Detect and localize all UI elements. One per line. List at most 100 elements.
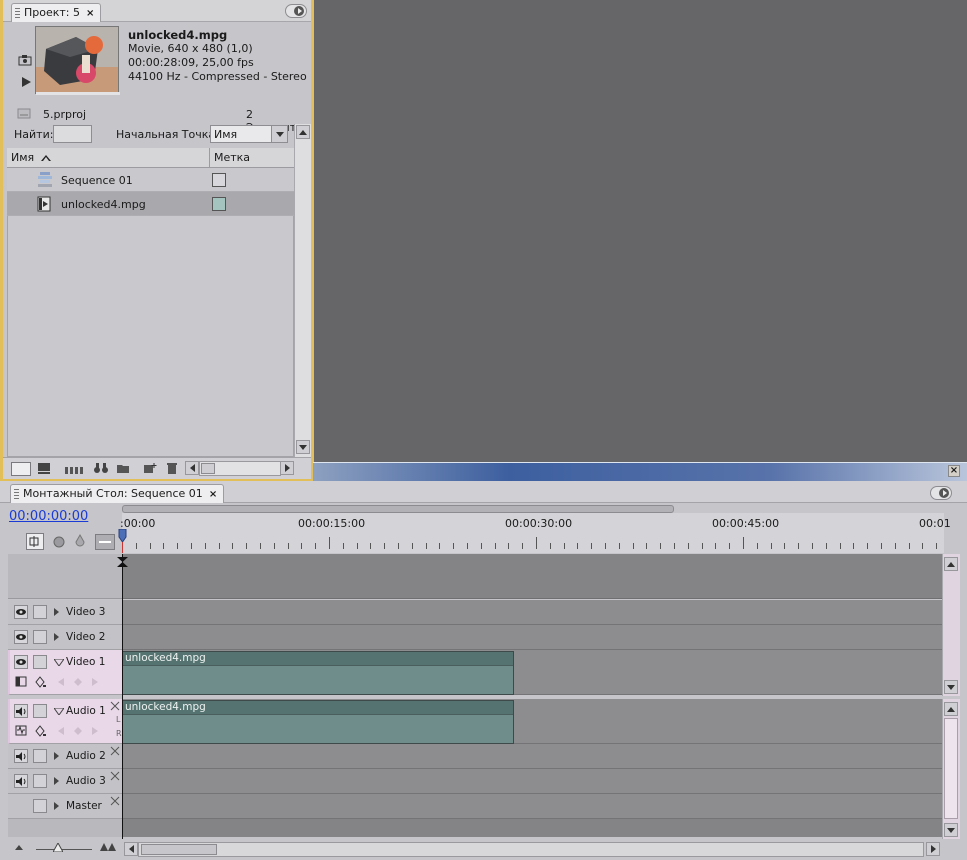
track-lane-video-3[interactable] [122, 600, 942, 625]
scroll-left-button[interactable] [185, 461, 199, 475]
timeline-horizontal-scrollbar[interactable] [138, 842, 924, 857]
zoom-slider-track[interactable] [36, 849, 92, 850]
find-input[interactable] [53, 125, 92, 143]
find-icon[interactable] [93, 462, 109, 474]
lock-toggle[interactable] [33, 774, 47, 788]
keyframe-toggle-icon[interactable] [35, 676, 47, 688]
clip-info-audio: 44100 Hz - Compressed - Stereo [128, 70, 307, 83]
playhead-line[interactable] [122, 554, 123, 839]
expand-track-icon[interactable] [54, 777, 59, 785]
audio-vertical-scrollbar[interactable] [942, 699, 960, 839]
audio-clip[interactable]: unlocked4.mpg [122, 700, 514, 744]
preview-scrubber[interactable] [36, 92, 120, 95]
scroll-thumb[interactable] [944, 718, 958, 819]
list-item[interactable]: unlocked4.mpg [7, 192, 294, 216]
label-color-swatch[interactable] [212, 197, 226, 211]
track-header-master: Master [8, 794, 122, 819]
track-lane-audio-2[interactable] [122, 744, 942, 769]
list-item[interactable]: Sequence 01 [7, 168, 294, 192]
speaker-icon[interactable] [14, 704, 28, 718]
window-close-button[interactable]: × [948, 465, 960, 477]
keyframe-toggle-icon[interactable] [35, 725, 47, 737]
speaker-icon[interactable] [14, 774, 28, 788]
video-clip[interactable]: unlocked4.mpg [122, 651, 514, 695]
keyframe-navigator[interactable] [54, 676, 102, 688]
scroll-up-button[interactable] [944, 702, 958, 716]
collapse-track-icon[interactable] [54, 659, 64, 666]
timecode-display[interactable]: 00:00:00:00 [9, 509, 88, 524]
column-header-name[interactable]: Имя [7, 148, 209, 168]
expand-track-icon[interactable] [54, 752, 59, 760]
icon-view-icon[interactable] [37, 462, 51, 474]
expand-track-icon[interactable] [54, 802, 59, 810]
lock-toggle[interactable] [33, 749, 47, 763]
audio-track-header-spacer [8, 819, 122, 837]
lock-toggle[interactable] [33, 655, 47, 669]
label-color-swatch[interactable] [212, 173, 226, 187]
scroll-down-button[interactable] [296, 440, 310, 454]
track-lane-audio-3[interactable] [122, 769, 942, 794]
scroll-down-button[interactable] [944, 680, 958, 694]
track-lane-video-2[interactable] [122, 625, 942, 650]
project-panel: Проект: 5 × unlocked4.mpg Movie, 640 x 48… [0, 0, 314, 481]
zoom-out-icon[interactable] [14, 843, 24, 851]
automate-to-sequence-icon[interactable] [65, 464, 85, 474]
set-encore-marker-icon[interactable] [52, 535, 66, 549]
snap-toggle[interactable] [26, 533, 44, 550]
zoom-slider-thumb[interactable] [53, 843, 63, 852]
track-name: Audio 3 [66, 775, 106, 787]
scroll-up-button[interactable] [296, 125, 310, 139]
list-view-icon[interactable] [11, 462, 31, 476]
column-header-label[interactable]: Метка [209, 148, 294, 168]
display-style-icon[interactable] [15, 676, 27, 687]
panel-menu-button[interactable] [285, 4, 307, 18]
project-horizontal-scrollbar[interactable] [199, 461, 281, 476]
eye-icon[interactable] [14, 605, 28, 619]
viewing-area-button[interactable] [95, 534, 115, 550]
lock-toggle[interactable] [33, 704, 47, 718]
close-icon[interactable]: × [86, 8, 94, 19]
lock-toggle[interactable] [33, 605, 47, 619]
tab-project[interactable]: Проект: 5 × [11, 3, 102, 22]
lock-toggle[interactable] [33, 630, 47, 644]
current-time-indicator-icon[interactable] [117, 529, 128, 553]
track-name: Video 3 [66, 606, 106, 618]
drag-grip-icon[interactable] [15, 8, 20, 19]
panel-menu-button[interactable] [930, 486, 952, 500]
work-area-bar[interactable] [122, 505, 674, 513]
scroll-down-button[interactable] [944, 823, 958, 837]
scroll-right-button[interactable] [280, 461, 294, 475]
scroll-left-button[interactable] [124, 842, 138, 856]
project-vertical-scrollbar[interactable] [294, 124, 311, 457]
scroll-up-button[interactable] [944, 557, 958, 571]
track-header-video-2: Video 2 [8, 625, 122, 650]
collapse-track-icon[interactable] [54, 708, 64, 715]
list-item-name: Sequence 01 [61, 174, 133, 187]
scroll-thumb[interactable] [201, 463, 215, 474]
eye-icon[interactable] [14, 630, 28, 644]
lock-toggle[interactable] [33, 799, 47, 813]
zoom-in-icon[interactable] [100, 842, 118, 852]
new-bin-icon[interactable] [116, 463, 130, 474]
waveform-display-icon[interactable] [15, 725, 27, 736]
tab-timeline[interactable]: Монтажный Стол: Sequence 01 × [10, 484, 225, 503]
eye-icon[interactable] [14, 655, 28, 669]
poster-frame-icon[interactable] [18, 54, 32, 66]
ruler-ticks [122, 537, 937, 549]
track-lane-master[interactable] [122, 794, 942, 819]
expand-track-icon[interactable] [54, 608, 59, 616]
scroll-thumb[interactable] [141, 844, 217, 855]
scroll-right-button[interactable] [926, 842, 940, 856]
trash-icon[interactable] [166, 462, 178, 475]
track-name: Video 2 [66, 631, 106, 643]
expand-track-icon[interactable] [54, 633, 59, 641]
start-point-select[interactable]: Имя [210, 125, 288, 143]
drag-grip-icon[interactable] [14, 489, 19, 500]
set-marker-icon[interactable] [74, 534, 86, 548]
new-item-icon[interactable] [143, 462, 157, 474]
video-vertical-scrollbar[interactable] [942, 554, 960, 696]
close-icon[interactable]: × [209, 489, 217, 500]
play-icon[interactable] [20, 76, 32, 88]
keyframe-navigator[interactable] [54, 725, 102, 737]
speaker-icon[interactable] [14, 749, 28, 763]
